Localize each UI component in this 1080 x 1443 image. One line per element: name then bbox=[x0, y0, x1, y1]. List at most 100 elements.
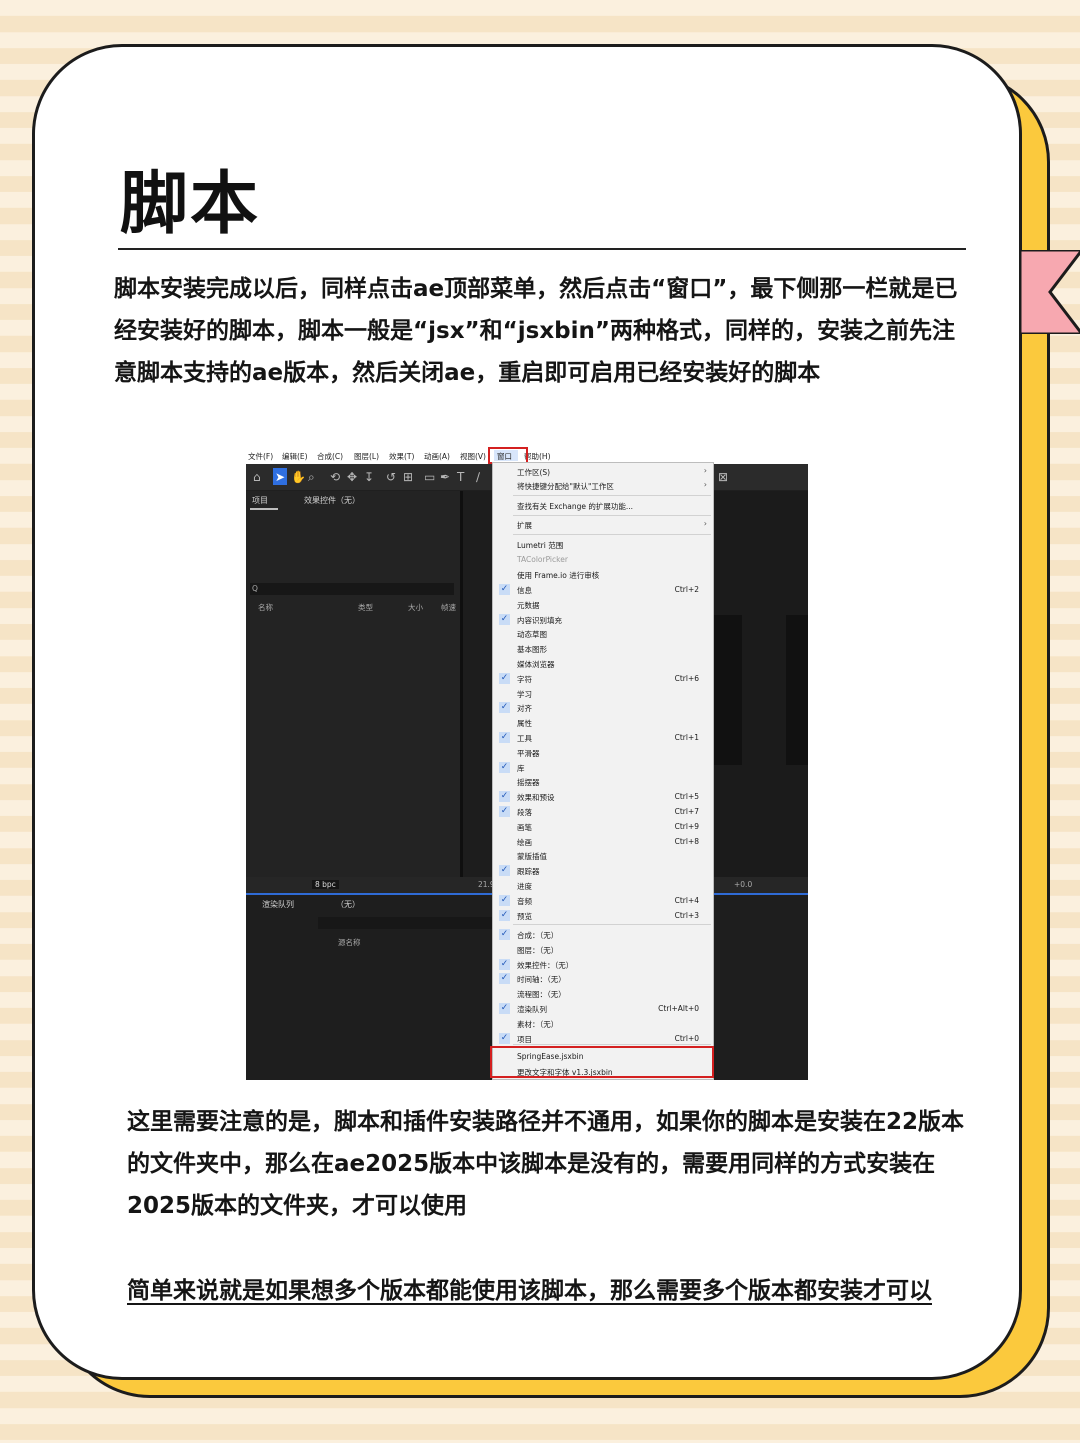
panels-item[interactable]: 图层：（无） bbox=[517, 945, 558, 956]
menu-shortcut: Ctrl+9 bbox=[674, 821, 699, 831]
items-item[interactable]: 预览 bbox=[517, 911, 532, 922]
menu-composition[interactable]: 合成(C) bbox=[317, 451, 343, 462]
project-search-input[interactable] bbox=[250, 583, 454, 595]
items-item[interactable]: 元数据 bbox=[517, 600, 540, 611]
submenu-arrow-icon: › bbox=[703, 480, 707, 489]
menu-layer[interactable]: 图层(L) bbox=[354, 451, 379, 462]
submenu-arrow-icon: › bbox=[703, 466, 707, 475]
tab-project[interactable]: 项目 bbox=[252, 495, 268, 506]
checkmark-icon: ✓ bbox=[499, 1032, 510, 1044]
selection-tool-icon[interactable]: ➤ bbox=[275, 470, 285, 484]
items-item[interactable]: 画笔 bbox=[517, 822, 532, 833]
menu-separator bbox=[513, 534, 711, 535]
panels-item[interactable]: 渲染队列 bbox=[517, 1004, 547, 1015]
menu-animation[interactable]: 动画(A) bbox=[424, 451, 450, 462]
paragraph-1: 脚本安装完成以后，同样点击ae顶部菜单，然后点击“窗口”，最下侧那一栏就是已经安… bbox=[114, 276, 958, 386]
items-item[interactable]: 内容识别填充 bbox=[517, 615, 562, 626]
brush-tool-icon[interactable]: ∕ bbox=[476, 470, 480, 484]
items-item[interactable]: 绘画 bbox=[517, 837, 532, 848]
tab-none[interactable]: （无） bbox=[336, 899, 360, 910]
project-panel bbox=[246, 491, 460, 891]
items-item[interactable]: 信息 bbox=[517, 585, 532, 596]
panels-item[interactable]: 项目 bbox=[517, 1034, 532, 1045]
items-item[interactable]: 进度 bbox=[517, 881, 532, 892]
menu-item-frameio[interactable]: 使用 Frame.io 进行审核 bbox=[517, 570, 599, 581]
snapping-icon[interactable]: ⊠ bbox=[718, 470, 728, 484]
menu-separator bbox=[513, 515, 711, 516]
timeline-search-input[interactable] bbox=[318, 917, 494, 929]
items-item[interactable]: 平滑器 bbox=[517, 748, 540, 759]
checkmark-icon: ✓ bbox=[499, 732, 510, 743]
checkmark-icon: ✓ bbox=[499, 702, 510, 714]
col-type[interactable]: 类型 bbox=[358, 602, 373, 613]
tab-effect-controls[interactable]: 效果控件（无） bbox=[304, 495, 360, 506]
pen-tool-icon[interactable]: ✒ bbox=[440, 470, 450, 484]
col-fps[interactable]: 帧速 bbox=[441, 602, 456, 613]
panels-item[interactable]: 时间轴：（无） bbox=[517, 974, 566, 985]
items-item[interactable]: 工具 bbox=[517, 733, 532, 744]
items-item[interactable]: 对齐 bbox=[517, 703, 532, 714]
scripts-highlight-box bbox=[490, 1046, 714, 1078]
project-tab-underline bbox=[250, 508, 278, 510]
menu-effect[interactable]: 效果(T) bbox=[389, 451, 414, 462]
checkmark-icon: ✓ bbox=[499, 1003, 510, 1014]
checkmark-icon: ✓ bbox=[499, 865, 510, 877]
bpc-indicator[interactable]: 8 bpc bbox=[312, 880, 339, 889]
items-item[interactable]: 学习 bbox=[517, 689, 532, 700]
items-item[interactable]: 属性 bbox=[517, 718, 532, 729]
menu-shortcut: Ctrl+2 bbox=[674, 585, 699, 594]
checkmark-icon: ✓ bbox=[499, 929, 510, 940]
paragraph-3: 简单来说就是如果想多个版本都能使用该脚本，那么需要多个版本都安装才可以 bbox=[127, 1278, 932, 1304]
menu-view[interactable]: 视图(V) bbox=[460, 451, 486, 462]
panels-item[interactable]: 效果控件：（无） bbox=[517, 960, 573, 971]
col-source-name[interactable]: 源名称 bbox=[338, 937, 361, 948]
items-item[interactable]: 效果和预设 bbox=[517, 792, 555, 803]
time-offset: +0.0 bbox=[734, 880, 753, 889]
grid-icon[interactable]: ⊞ bbox=[403, 470, 413, 484]
comp-panel-strip bbox=[463, 491, 493, 891]
anchor-tool-icon[interactable]: ✥ bbox=[347, 470, 357, 484]
menu-item-workspace[interactable]: 工作区(S) bbox=[517, 467, 550, 478]
checkmark-icon: ✓ bbox=[499, 672, 510, 684]
page-title: 脚本 bbox=[120, 165, 261, 244]
items-item[interactable]: 音频 bbox=[517, 896, 532, 907]
menu-shortcut: Ctrl+8 bbox=[674, 836, 699, 846]
menu-item-find-exchange[interactable]: 查找有关 Exchange 的扩展功能... bbox=[517, 501, 633, 512]
viewer-block bbox=[714, 615, 742, 765]
items-item[interactable]: 字符 bbox=[517, 674, 532, 685]
menu-item-tacolor: TAColorPicker bbox=[517, 555, 568, 564]
items-item[interactable]: 动态草图 bbox=[517, 629, 547, 640]
col-size[interactable]: 大小 bbox=[408, 602, 423, 613]
menu-shortcut: Ctrl+7 bbox=[674, 807, 699, 816]
tab-render-queue[interactable]: 渲染队列 bbox=[262, 899, 294, 910]
rotate-tool-icon[interactable]: ⟲ bbox=[330, 470, 340, 484]
shape-tool-icon[interactable]: ▭ bbox=[424, 470, 435, 484]
menu-shortcut: Ctrl+0 bbox=[674, 1033, 699, 1043]
text-tool-icon[interactable]: T bbox=[457, 470, 464, 484]
items-item[interactable]: 媒体浏览器 bbox=[517, 659, 555, 670]
items-item[interactable]: 跟踪器 bbox=[517, 866, 540, 877]
checkmark-icon: ✓ bbox=[499, 806, 510, 817]
items-item[interactable]: 库 bbox=[517, 763, 525, 774]
menu-file[interactable]: 文件(F) bbox=[248, 451, 273, 462]
menu-shortcut: Ctrl+6 bbox=[674, 673, 699, 683]
items-item[interactable]: 摇摆器 bbox=[517, 777, 540, 788]
hand-tool-icon[interactable]: ✋ bbox=[291, 470, 306, 484]
panels-item[interactable]: 流程图：（无） bbox=[517, 989, 566, 1000]
items-item[interactable]: 段落 bbox=[517, 807, 532, 818]
panels-item[interactable]: 素材：（无） bbox=[517, 1019, 558, 1030]
panels-item[interactable]: 合成：（无） bbox=[517, 930, 558, 941]
window-dropdown-menu: 工作区(S) › 将快捷键分配给"默认"工作区 › 查找有关 Exchange … bbox=[492, 462, 714, 1080]
camera-tool-icon[interactable]: ↧ bbox=[364, 470, 374, 484]
items-item[interactable]: 基本图形 bbox=[517, 644, 547, 655]
menu-item-lumetri[interactable]: Lumetri 范围 bbox=[517, 540, 563, 551]
items-item[interactable]: 蒙版插值 bbox=[517, 851, 547, 862]
undo-icon[interactable]: ↺ bbox=[386, 470, 396, 484]
col-name[interactable]: 名称 bbox=[258, 602, 273, 613]
home-icon[interactable]: ⌂ bbox=[253, 470, 261, 484]
menu-item-assign-shortcut[interactable]: 将快捷键分配给"默认"工作区 bbox=[517, 481, 614, 492]
menu-item-extensions[interactable]: 扩展 bbox=[517, 520, 532, 531]
zoom-tool-icon[interactable]: ⌕ bbox=[308, 470, 315, 485]
checkmark-icon: ✓ bbox=[499, 761, 510, 773]
menu-edit[interactable]: 编辑(E) bbox=[282, 451, 308, 462]
